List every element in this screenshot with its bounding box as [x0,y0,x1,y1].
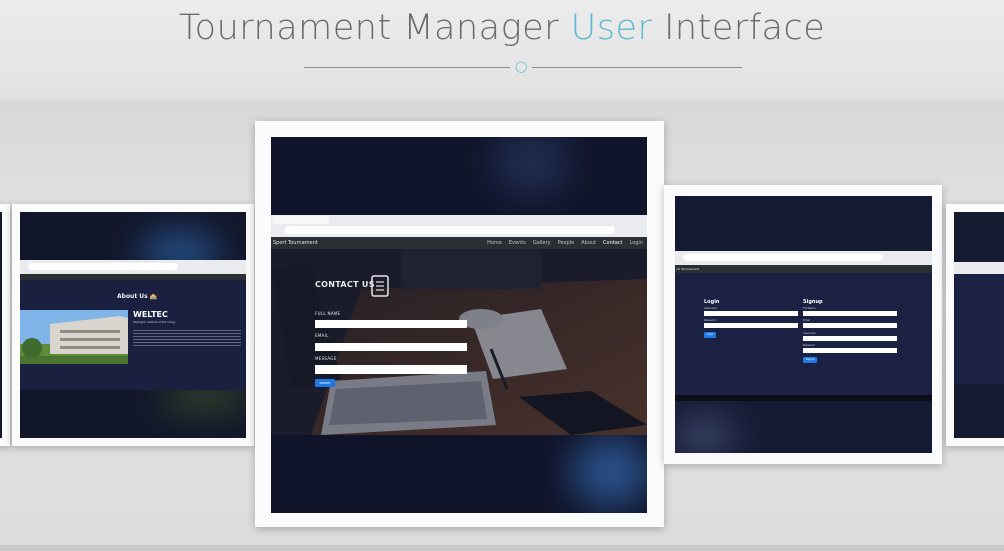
org-title: WELTEC [133,310,168,319]
carousel-card-login[interactable]: ort Tournament Login Username Password L… [664,185,942,464]
browser-tab[interactable] [273,216,329,224]
submit-button[interactable]: SUBMIT [315,379,335,387]
contact-heading: CONTACT US [315,280,375,289]
carousel-card-contact[interactable]: Sport Tournament Home Events Gallery Peo… [255,121,664,527]
signup-fullname-label: Full Name [803,307,816,310]
title-part-1: Tournament Manager [178,8,571,48]
org-subtitle: Wellington Institute of Technology [133,321,176,324]
card-screenshot [0,212,2,438]
site-brand[interactable]: Sport Tournament [273,240,318,246]
signup-title: Signup [803,299,823,305]
signup-fullname-input[interactable] [803,311,897,316]
nav-login[interactable]: Login [630,240,644,246]
login-screenshot: ort Tournament Login Username Password L… [675,196,932,453]
document-icon [371,275,389,297]
nav-events[interactable]: Events [509,240,526,246]
site-navbar: ort Tournament [675,265,932,273]
url-bar[interactable] [285,226,615,234]
browser-chrome [675,251,932,265]
full-name-label: FULL NAME [315,311,341,316]
login-username-input[interactable] [704,311,798,316]
login-password-label: Password [704,319,716,322]
building-photo [20,310,128,364]
url-bar [28,263,178,270]
signup-email-label: Email [803,319,810,322]
title-divider-left [304,67,510,68]
auth-section: Login Username Password Login Signup Ful… [675,273,932,395]
email-label: EMAIL [315,333,329,338]
nav-home[interactable]: Home [487,240,502,246]
url-bar [683,254,883,261]
login-password-input[interactable] [704,323,798,328]
login-username-label: Username [704,307,717,310]
browser-chrome [20,260,246,274]
desk-photo-background [271,249,647,435]
signup-button[interactable]: Signup [803,357,817,363]
about-heading: About Us 🏫 [117,293,158,300]
signup-email-input[interactable] [803,323,897,328]
login-button[interactable]: Login [704,332,716,338]
title-accent: User [570,8,653,48]
signup-password-label: Password [803,344,815,347]
message-input[interactable] [315,365,467,374]
os-taskbar [675,395,932,401]
carousel-card-about[interactable]: About Us 🏫 WELTEC Wellington Institute o… [12,204,254,446]
nav-gallery[interactable]: Gallery [533,240,551,246]
card-content [954,274,1004,384]
carousel-card-far-right[interactable] [946,204,1004,446]
bottom-band [0,545,1004,551]
site-navbar: Sport Tournament Home Events Gallery Peo… [271,237,647,249]
org-description-lines [133,330,241,348]
divider-ornament-icon: ◯ [515,60,528,73]
page-title: Tournament Manager User Interface [0,8,1004,48]
site-brand[interactable]: ort Tournament [676,267,699,271]
title-part-2: Interface [652,8,826,48]
signup-username-label: Username [803,332,816,335]
nav-people[interactable]: People [558,240,575,246]
about-section: About Us 🏫 WELTEC Wellington Institute o… [20,280,246,390]
signup-password-input[interactable] [803,348,897,353]
about-screenshot: About Us 🏫 WELTEC Wellington Institute o… [20,212,246,438]
carousel-card-far-left[interactable] [0,204,10,446]
browser-chrome [954,262,1004,274]
browser-chrome [271,215,647,237]
full-name-input[interactable] [315,320,467,328]
message-label: MESSAGE [315,356,337,361]
title-divider-right [532,67,742,68]
email-input[interactable] [315,343,467,351]
header: Tournament Manager User Interface ◯ [0,0,1004,100]
nav-links: Home Events Gallery People About Contact… [487,240,643,246]
nav-about[interactable]: About [581,240,596,246]
login-title: Login [704,299,720,305]
card-screenshot [954,212,1004,438]
nav-contact[interactable]: Contact [603,240,622,246]
signup-username-input[interactable] [803,336,897,341]
contact-screenshot: Sport Tournament Home Events Gallery Peo… [271,137,647,513]
